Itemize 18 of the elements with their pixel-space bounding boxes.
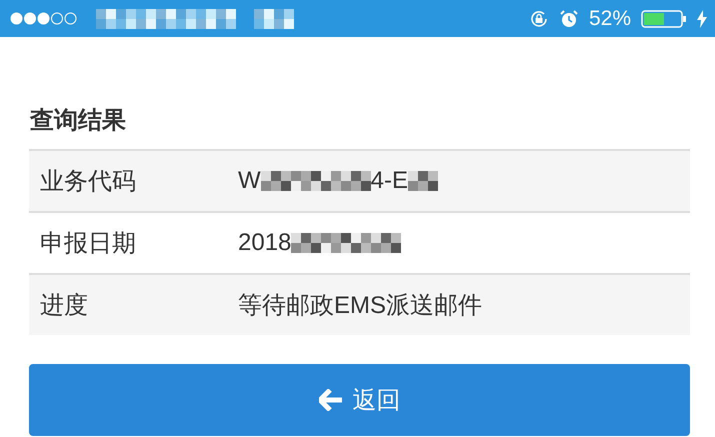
- field-value: W: [238, 167, 261, 195]
- field-value: 等待邮政EMS派送邮件: [238, 291, 482, 321]
- signal-icon: [10, 12, 78, 25]
- redaction-mosaic-drawing: [254, 8, 294, 28]
- rotation-lock-icon: [528, 8, 549, 28]
- field-value: 4-E: [370, 167, 408, 195]
- battery-percentage: 52%: [588, 6, 631, 30]
- field-label: 申报日期: [39, 228, 137, 259]
- field-label: 业务代码: [39, 166, 137, 197]
- field-label: 进度: [39, 290, 89, 321]
- arrow-left-icon: [318, 389, 342, 411]
- section-title: 查询结果: [30, 105, 127, 136]
- battery-icon: [641, 8, 687, 28]
- charging-bolt-icon: [697, 10, 707, 28]
- alarm-icon: [558, 8, 579, 28]
- redaction-mosaic-drawing: [408, 171, 438, 191]
- back-button[interactable]: 返回: [29, 364, 690, 436]
- field-value: 2018: [238, 229, 292, 257]
